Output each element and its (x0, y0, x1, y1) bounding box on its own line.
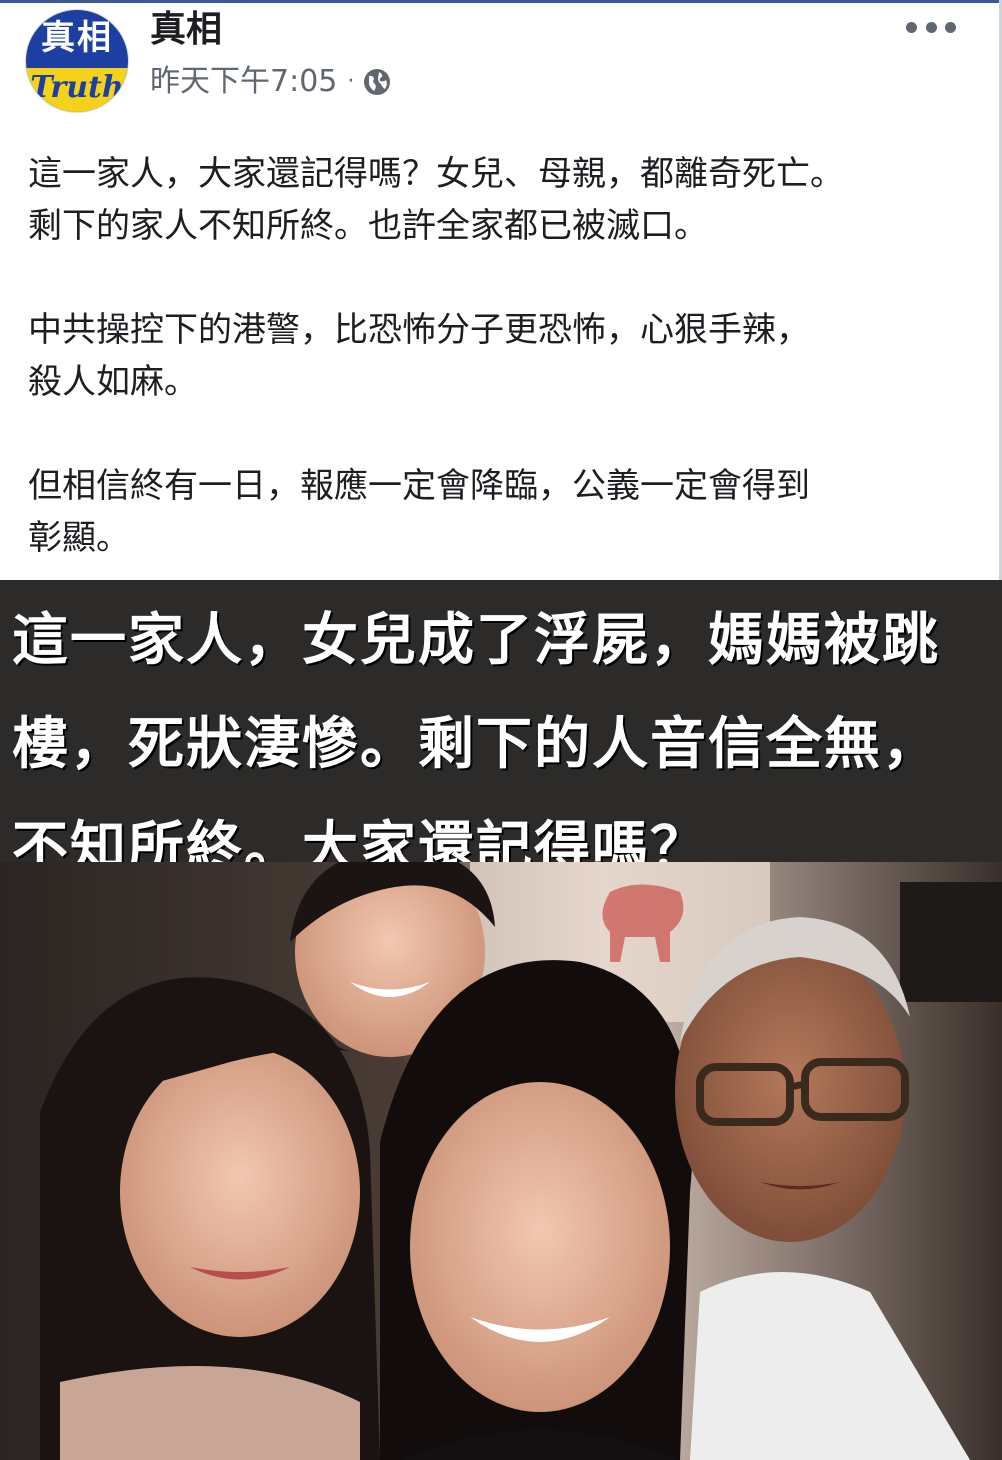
avatar-logo-subtext: Truth (30, 70, 124, 105)
post-paragraph: 但相信終有一日，報應一定會降臨，公義一定會得到 彰顯。 (28, 466, 810, 558)
person-left-face (120, 1047, 360, 1337)
globe-icon[interactable] (362, 67, 392, 97)
post-body: 這一家人，大家還記得嗎？女兒、母親，都離奇死亡。 剩下的家人不知所終。也許全家都… (28, 148, 972, 616)
meta-separator: · (347, 69, 355, 94)
image-caption: 這一家人，女兒成了浮屍，媽媽被跳 樓，死狀淒慘。剩下的人音信全無， 不知所終。大… (12, 607, 940, 881)
more-options-icon[interactable] (906, 12, 956, 42)
person-center-face (410, 1082, 670, 1412)
glasses-bridge (789, 1080, 806, 1091)
page-name-link[interactable]: 真相 (150, 8, 222, 52)
facebook-post: 真相 Truth 真相 昨天下午7:05 · 這一家人，大家還記得嗎？女兒、母親… (0, 0, 1002, 1460)
post-paragraph: 這一家人，大家還記得嗎？女兒、母親，都離奇死亡。 剩下的家人不知所終。也許全家都… (28, 154, 844, 246)
post-header: 真相 Truth 真相 昨天下午7:05 · (0, 0, 1002, 120)
avatar[interactable]: 真相 Truth (26, 10, 128, 112)
more-dot (925, 21, 937, 33)
more-dot (945, 21, 956, 33)
post-paragraph: 中共操控下的港警，比恐怖分子更恐怖，心狠手辣， 殺人如麻。 (28, 310, 810, 402)
family-photo[interactable] (0, 862, 1002, 1460)
avatar-logo-text: 真相 (41, 18, 113, 58)
post-image[interactable]: 這一家人，女兒成了浮屍，媽媽被跳 樓，死狀淒慘。剩下的人音信全無， 不知所終。大… (0, 580, 1002, 1460)
post-meta: 昨天下午7:05 · (150, 62, 392, 102)
dark-panel (900, 882, 1002, 1002)
more-dot (906, 21, 917, 33)
image-caption-band: 這一家人，女兒成了浮屍，媽媽被跳 樓，死狀淒慘。剩下的人音信全無， 不知所終。大… (0, 580, 1002, 881)
post-timestamp[interactable]: 昨天下午7:05 (150, 62, 337, 102)
